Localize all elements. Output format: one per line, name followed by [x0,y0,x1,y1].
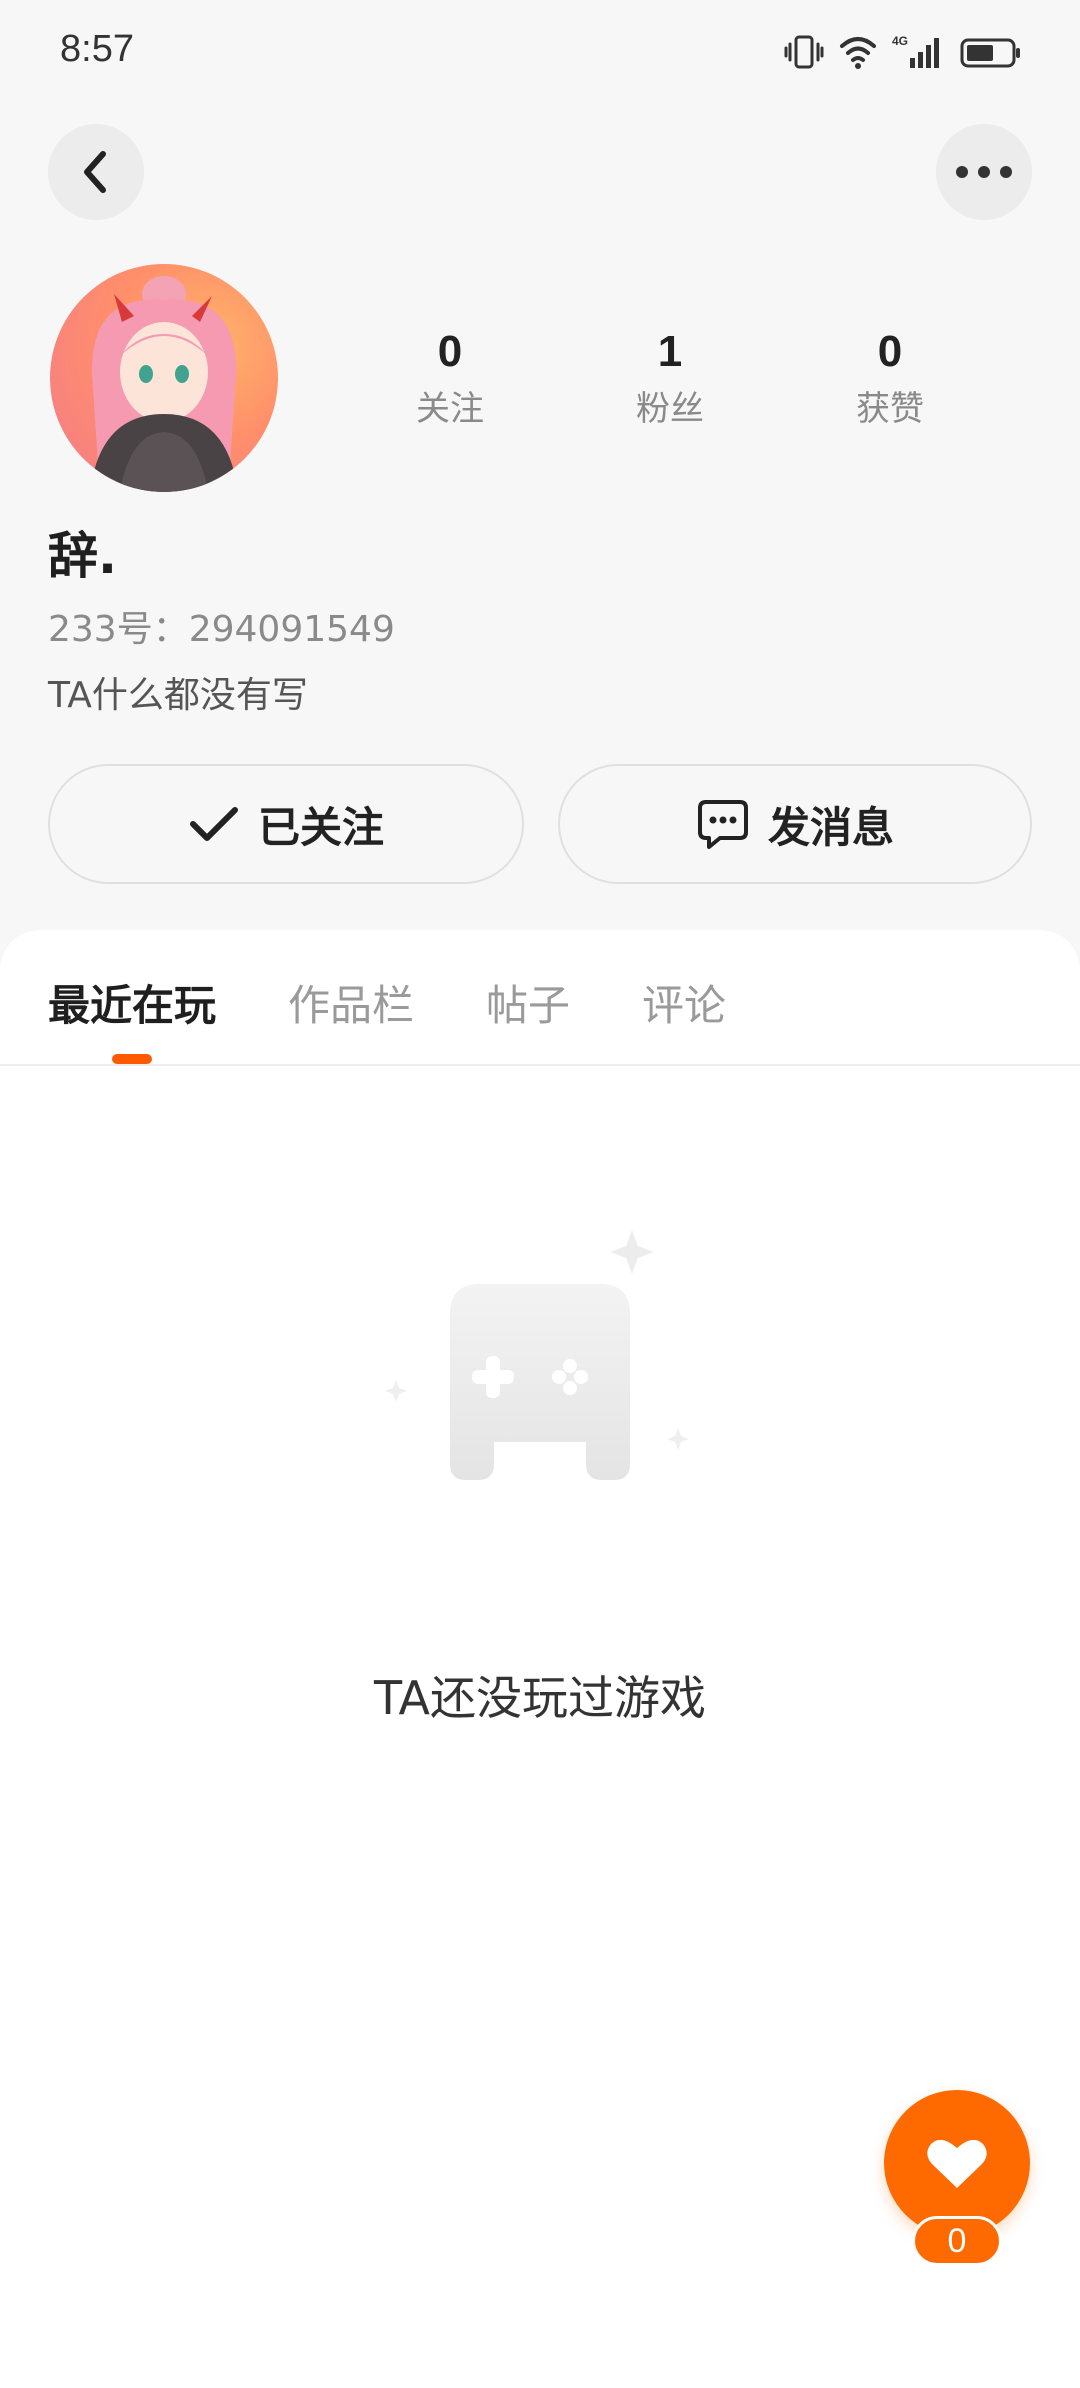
follow-button[interactable]: 已关注 [48,764,524,884]
bio: TA什么都没有写 [48,675,308,716]
stat-followers[interactable]: 1 粉丝 [560,322,780,434]
stat-value: 0 [877,327,903,376]
wifi-icon [838,34,878,70]
more-button[interactable] [936,124,1032,220]
tab-recently-played[interactable]: 最近在玩 [48,972,216,1033]
stat-label: 粉丝 [636,389,704,429]
user-id[interactable]: 233号：294091549 [48,600,395,652]
signal-icon: 4G [892,34,946,70]
avatar[interactable] [50,264,278,492]
username: 辞. [48,527,117,585]
message-button[interactable]: 发消息 [558,764,1032,884]
gamepad-icon [380,1230,700,1490]
tab-indicator [112,1054,152,1064]
chat-bubble-icon [697,800,748,849]
network-type-label: 4G [892,34,908,48]
status-bar: 8:57 4G [0,0,1080,110]
like-button[interactable] [884,2090,1030,2236]
tab-posts[interactable]: 帖子 [486,972,570,1033]
like-count: 0 [912,2216,1002,2266]
heart-icon [927,2139,987,2188]
check-icon [189,807,238,841]
battery-icon [960,34,1022,70]
avatar-illustration [90,276,238,492]
status-time: 8:57 [60,28,134,70]
tab-comments[interactable]: 评论 [642,972,726,1033]
empty-state-text: TA还没玩过游戏 [374,1671,706,1725]
stat-label: 关注 [416,389,484,429]
profile-stats: 0 关注 1 粉丝 0 获赞 [340,322,1000,434]
stat-likes[interactable]: 0 获赞 [780,322,1000,434]
stat-value: 0 [437,327,463,376]
message-label: 发消息 [767,802,894,852]
chevron-left-icon [84,151,106,193]
more-horizontal-icon [956,166,1012,178]
vibrate-icon [784,34,824,70]
tab-bar: 最近在玩 作品栏 帖子 评论 [0,930,1080,1066]
status-icons: 4G [784,32,1022,72]
stat-following[interactable]: 0 关注 [340,322,560,434]
tab-works[interactable]: 作品栏 [288,972,414,1033]
stat-label: 获赞 [856,389,924,429]
stat-value: 1 [657,327,683,376]
follow-label: 已关注 [257,802,384,852]
back-button[interactable] [48,124,144,220]
profile-screen: 8:57 4G 0 关注 1 粉丝 0 获赞 辞. 233号：294091549… [0,0,1080,2388]
